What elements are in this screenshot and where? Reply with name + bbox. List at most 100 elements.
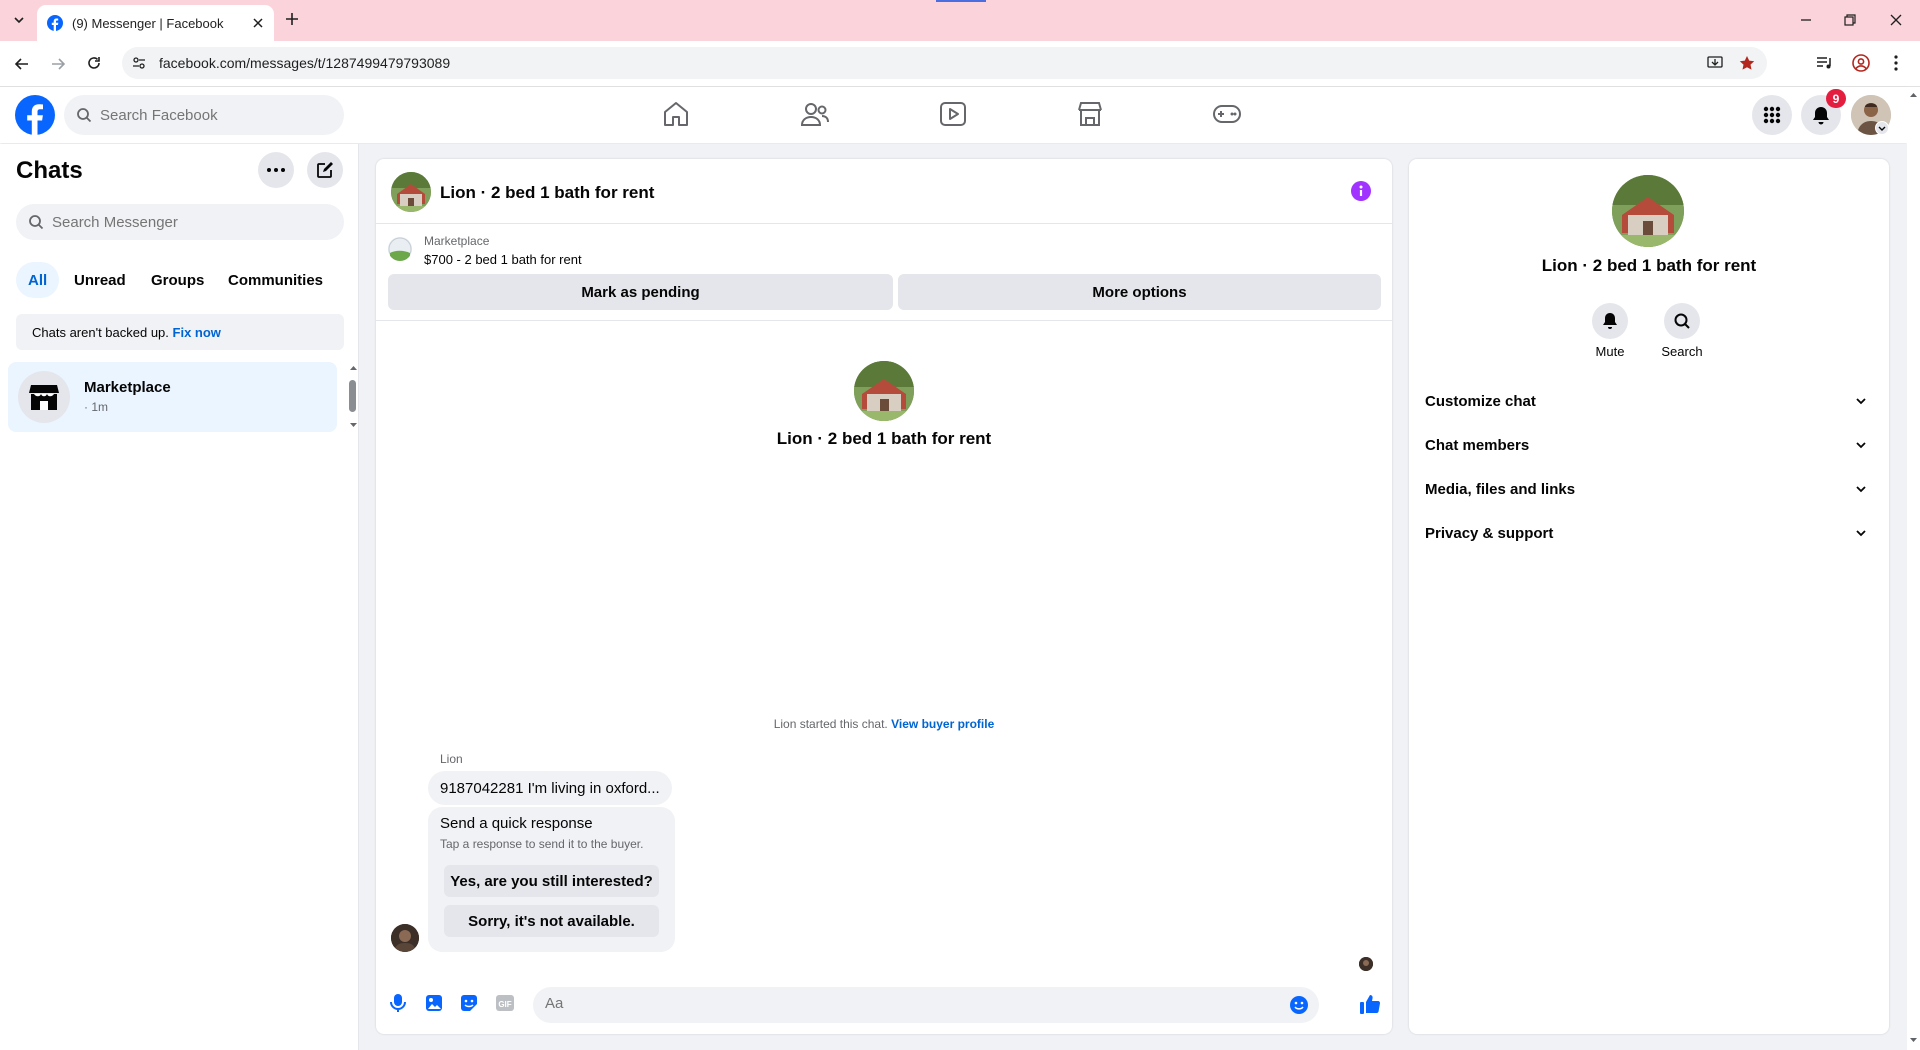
filter-unread[interactable]: Unread [62,262,138,298]
sender-avatar[interactable] [391,924,419,952]
more-icon [267,168,285,172]
search-icon [1674,313,1690,329]
filter-all[interactable]: All [16,262,60,298]
conversation-avatar[interactable] [391,172,431,212]
listing-source: Marketplace [424,234,490,248]
quick-response-title: Send a quick response [440,815,593,832]
tab-title: (9) Messenger | Facebook [72,15,224,31]
backup-text: Chats aren't backed up. [32,324,169,340]
notification-badge: 9 [1826,89,1846,108]
chat-list-item[interactable]: Marketplace · 1m [8,362,337,432]
customize-chat-section[interactable]: Customize chat [1425,381,1875,421]
browser-menu-icon[interactable] [1894,55,1898,71]
media-control-icon[interactable] [1816,55,1834,71]
compose-icon [317,162,333,178]
minimize-icon[interactable] [1799,13,1813,27]
facebook-search-field[interactable] [100,106,299,124]
close-window-icon[interactable] [1889,13,1903,27]
listing-thumbnail [388,237,412,261]
reload-icon[interactable] [86,55,102,71]
close-tab-icon[interactable] [252,17,264,29]
restore-icon[interactable] [1843,13,1857,27]
browser-tab-bar: (9) Messenger | Facebook [0,0,1920,41]
header-divider [376,223,1392,224]
chat-list-scrollbar[interactable] [349,364,358,430]
account-dropdown-icon[interactable] [1875,121,1889,135]
install-app-icon[interactable] [1707,55,1723,71]
details-avatar[interactable] [1612,175,1684,247]
home-nav-icon[interactable] [662,101,690,127]
privacy-support-label: Privacy & support [1425,524,1554,542]
profile-icon[interactable] [1852,54,1870,72]
back-icon[interactable] [14,56,30,72]
privacy-support-section[interactable]: Privacy & support [1425,513,1875,553]
chat-members-label: Chat members [1425,436,1530,454]
svg-text:GIF: GIF [498,1000,511,1009]
thumbs-up-icon[interactable] [1359,993,1381,1015]
attach-photo-icon[interactable] [424,993,444,1013]
site-info-icon[interactable] [131,55,147,71]
quick-response-subtitle: Tap a response to send it to the buyer. [440,837,644,851]
search-label: Search [1661,344,1703,359]
facebook-search-input[interactable] [64,95,344,135]
fix-now-link[interactable]: Fix now [173,325,221,340]
sticker-icon[interactable] [459,993,479,1013]
new-message-button[interactable] [307,152,343,188]
more-options-button[interactable]: More options [898,274,1381,310]
marketplace-store-icon [29,385,59,410]
gif-icon[interactable]: GIF [495,994,515,1012]
search-conversation-button[interactable] [1664,303,1700,339]
menu-grid-icon [1763,106,1781,124]
filter-groups[interactable]: Groups [139,262,216,298]
media-files-links-section[interactable]: Media, files and links [1425,469,1875,509]
bell-icon [1813,107,1829,125]
url-text: facebook.com/messages/t/1287499479793089 [159,55,451,71]
conversation-details-panel [1409,159,1889,1034]
mute-button[interactable] [1592,303,1628,339]
facebook-logo-icon[interactable] [15,95,55,135]
page-scrollbar[interactable] [1907,87,1920,1050]
sender-name: Lion [440,752,463,766]
conversation-title[interactable]: Lion · 2 bed 1 bath for rent [440,183,654,203]
backup-notice: Chats aren't backed up. Fix now [16,314,344,350]
media-files-links-label: Media, files and links [1425,480,1576,498]
menu-button[interactable] [1752,95,1792,135]
emoji-icon[interactable] [1289,995,1309,1015]
conversation-info-icon[interactable] [1351,181,1371,201]
bookmark-star-icon[interactable] [1739,55,1755,71]
chat-item-time: · 1m [84,400,108,414]
quick-response-interested[interactable]: Yes, are you still interested? [444,865,659,897]
tab-list-icon[interactable] [12,13,26,27]
message-composer[interactable] [533,987,1319,1023]
new-tab-icon[interactable] [285,12,299,26]
intro-title: Lion · 2 bed 1 bath for rent [776,429,992,448]
seen-indicator-avatar [1359,957,1373,971]
chevron-down-icon [1856,398,1866,405]
bell-icon [1603,313,1617,329]
filter-communities[interactable]: Communities [216,262,335,298]
mark-as-pending-button[interactable]: Mark as pending [388,274,893,310]
chevron-down-icon [1856,442,1866,449]
facebook-favicon-icon [47,15,63,31]
message-bubble[interactable]: 9187042281 I'm living in oxford... [428,771,672,805]
marketplace-nav-icon[interactable] [1076,101,1104,127]
gaming-nav-icon[interactable] [1212,102,1242,126]
listing-title[interactable]: $700 - 2 bed 1 bath for rent [424,252,582,267]
forward-icon[interactable] [50,56,66,72]
voice-clip-icon[interactable] [389,993,407,1013]
listing-divider [376,320,1392,321]
messenger-search-field[interactable] [52,213,251,231]
watch-nav-icon[interactable] [939,101,967,127]
address-bar[interactable]: facebook.com/messages/t/1287499479793089 [122,47,1767,79]
message-input[interactable] [545,995,1245,1012]
chats-options-button[interactable] [258,152,294,188]
details-title: Lion · 2 bed 1 bath for rent [1541,256,1757,275]
browser-tab[interactable]: (9) Messenger | Facebook [37,5,274,41]
chevron-down-icon [1856,486,1866,493]
quick-response-not-available[interactable]: Sorry, it's not available. [444,905,659,937]
friends-nav-icon[interactable] [800,101,830,127]
quick-response-card: Send a quick response Tap a response to … [428,807,675,952]
view-buyer-profile-link[interactable]: View buyer profile [891,717,994,731]
chat-members-section[interactable]: Chat members [1425,425,1875,465]
messenger-search-input[interactable] [16,204,344,240]
